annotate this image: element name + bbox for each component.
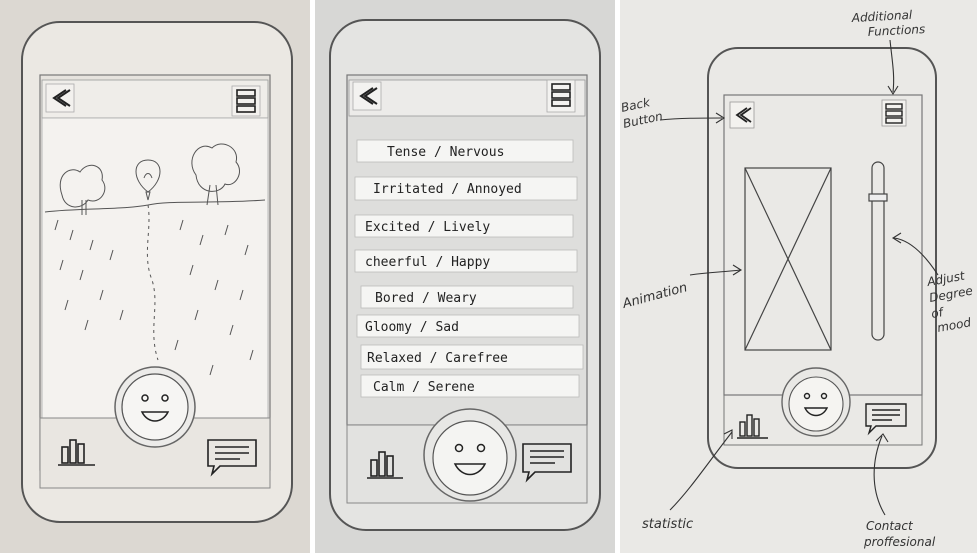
statistics-icon[interactable] (737, 414, 768, 439)
animation-placeholder (744, 167, 832, 351)
mood-degree-slider[interactable] (868, 161, 888, 341)
mood-option[interactable]: Gloomy / Sad (356, 314, 580, 338)
back-button[interactable] (352, 81, 382, 111)
label-additional-functions-2: Functions (867, 22, 925, 39)
mood-option[interactable]: Excited / Lively (354, 214, 574, 238)
label-animation: Animation (620, 280, 689, 312)
sketch-panel-mood-list: Tense / Nervous Irritated / Annoyed Exci… (315, 0, 615, 553)
sketch-panel-landscape (0, 0, 310, 553)
mood-smiley-button[interactable] (423, 408, 517, 502)
mood-smiley-button[interactable] (781, 367, 851, 437)
menu-button[interactable] (881, 99, 907, 127)
mood-option-label: Calm / Serene (373, 380, 475, 395)
sketch-panel-annotated: Additional Functions Back Button Animati… (620, 0, 977, 553)
back-button[interactable] (45, 83, 75, 113)
mood-list: Tense / Nervous Irritated / Annoyed Exci… (354, 139, 584, 398)
chat-icon[interactable] (865, 403, 907, 436)
mood-option-label: Relaxed / Carefree (367, 351, 508, 366)
label-contact-2: proffesional (863, 535, 936, 549)
mood-option[interactable]: cheerful / Happy (354, 249, 578, 273)
label-statistic: statistic (642, 517, 693, 532)
mood-option-label: Excited / Lively (365, 220, 490, 235)
label-adjust-3: of (930, 305, 946, 321)
back-button[interactable] (729, 101, 755, 129)
mood-option-label: Bored / Weary (375, 291, 477, 306)
mood-option[interactable]: Bored / Weary (360, 285, 574, 309)
slider-handle[interactable] (868, 193, 888, 202)
mood-option-label: cheerful / Happy (365, 255, 490, 270)
mood-option[interactable]: Irritated / Annoyed (354, 176, 578, 201)
mood-option[interactable]: Tense / Nervous (356, 139, 574, 163)
mood-option-label: Tense / Nervous (387, 145, 504, 160)
mood-option[interactable]: Relaxed / Carefree (360, 344, 584, 370)
menu-button[interactable] (546, 79, 576, 113)
mood-option-label: Irritated / Annoyed (373, 182, 522, 197)
mood-option-label: Gloomy / Sad (365, 320, 459, 335)
wireframe-sketches: Tense / Nervous Irritated / Annoyed Exci… (0, 0, 977, 553)
label-contact: Contact (866, 519, 914, 533)
mood-option[interactable]: Calm / Serene (360, 374, 580, 398)
menu-button[interactable] (231, 85, 261, 117)
mood-smiley-button[interactable] (114, 366, 196, 448)
